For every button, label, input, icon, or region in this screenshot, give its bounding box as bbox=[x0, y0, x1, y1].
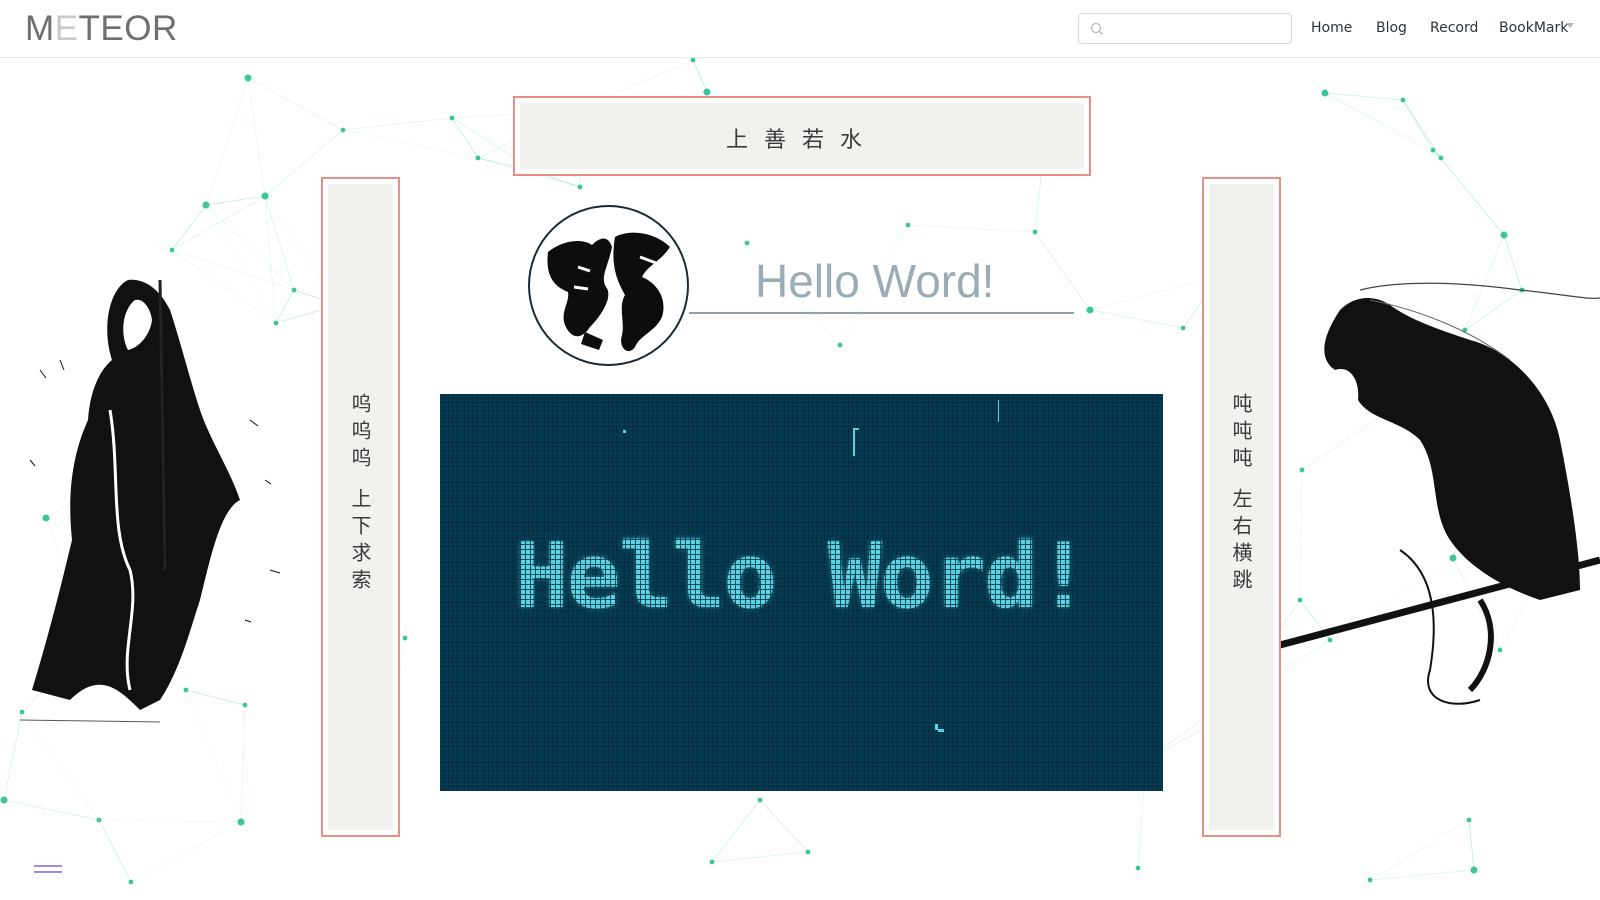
search-box[interactable] bbox=[1078, 13, 1292, 44]
network-link bbox=[1369, 819, 1470, 881]
nav-blog[interactable]: Blog bbox=[1376, 20, 1407, 36]
network-node bbox=[1180, 325, 1186, 331]
right-scroll-line-1: 吨吨吨 bbox=[1229, 393, 1253, 474]
network-node bbox=[744, 240, 750, 246]
network-link bbox=[692, 59, 708, 93]
network-node bbox=[837, 342, 843, 348]
hello-heading: Hello Word! bbox=[755, 255, 995, 307]
right-scroll-banner: 吨吨吨 左右横跳 bbox=[1202, 177, 1281, 837]
nav-home[interactable]: Home bbox=[1311, 20, 1352, 36]
network-node bbox=[757, 797, 763, 803]
left-scroll-banner: 呜呜呜 上下求索 bbox=[321, 177, 400, 837]
search-input[interactable] bbox=[1111, 18, 1285, 42]
network-node bbox=[202, 201, 210, 209]
network-link bbox=[759, 799, 809, 853]
network-link bbox=[3, 799, 100, 821]
network-link bbox=[171, 204, 207, 251]
network-node bbox=[1367, 877, 1373, 883]
network-link bbox=[247, 77, 344, 131]
network-link bbox=[1034, 231, 1091, 311]
chevron-down-icon[interactable] bbox=[1566, 23, 1574, 28]
network-node bbox=[0, 796, 8, 804]
network-link bbox=[171, 195, 266, 251]
network-node bbox=[577, 184, 583, 190]
network-node bbox=[1470, 866, 1478, 874]
nav-record[interactable]: Record bbox=[1430, 20, 1478, 36]
top-navbar: METEOR Home Blog Record BookMark bbox=[0, 0, 1600, 58]
network-link bbox=[342, 117, 453, 131]
network-node bbox=[237, 818, 245, 826]
right-character-illustration bbox=[1280, 282, 1600, 705]
network-node bbox=[261, 192, 269, 200]
network-link bbox=[98, 819, 132, 883]
network-link bbox=[130, 821, 242, 883]
network-node bbox=[340, 127, 346, 133]
network-node bbox=[1032, 229, 1038, 235]
glitch-pixel bbox=[998, 400, 999, 422]
menu-icon[interactable] bbox=[34, 865, 64, 877]
network-link bbox=[907, 224, 1036, 233]
network-link bbox=[1089, 309, 1184, 329]
network-link bbox=[205, 195, 266, 206]
network-node bbox=[475, 155, 481, 161]
calligraphy-badge bbox=[528, 205, 689, 366]
top-scroll-text: 上善若水 bbox=[725, 128, 878, 153]
logo-letter-e: E bbox=[54, 9, 79, 48]
network-node bbox=[1430, 147, 1436, 153]
network-link bbox=[1324, 92, 1442, 159]
left-scroll-line-2: 上下求索 bbox=[348, 488, 372, 596]
logo-letters-teor: TEOR bbox=[78, 9, 178, 48]
right-scroll-line-2: 左右横跳 bbox=[1229, 488, 1253, 596]
top-scroll-banner: 上善若水 bbox=[513, 96, 1091, 176]
network-node bbox=[1086, 306, 1094, 314]
left-character-illustration bbox=[19, 279, 281, 723]
network-node bbox=[805, 849, 811, 855]
network-node bbox=[1500, 231, 1508, 239]
glitch-pixel bbox=[853, 428, 855, 456]
network-link bbox=[451, 117, 479, 159]
network-node bbox=[1438, 155, 1444, 161]
nav-bookmark[interactable]: BookMark bbox=[1499, 20, 1568, 36]
network-link bbox=[1089, 275, 1221, 311]
network-link bbox=[1440, 157, 1505, 236]
right-scroll-text: 吨吨吨 左右横跳 bbox=[1204, 393, 1279, 596]
network-link bbox=[1369, 869, 1475, 881]
logo-letter-m: M bbox=[25, 9, 55, 48]
network-link bbox=[711, 851, 809, 863]
network-link bbox=[247, 77, 266, 197]
panel-pixel-text: Hello Word! bbox=[514, 524, 1090, 629]
network-node bbox=[1321, 89, 1329, 97]
site-logo[interactable]: METEOR bbox=[25, 9, 178, 49]
network-link bbox=[711, 799, 761, 863]
network-link bbox=[205, 77, 249, 206]
left-scroll-text: 呜呜呜 上下求索 bbox=[323, 393, 398, 596]
pixel-text-panel: Hello Word! bbox=[440, 394, 1163, 791]
network-node bbox=[1400, 97, 1406, 103]
network-node bbox=[96, 817, 102, 823]
heading-underline bbox=[689, 312, 1074, 314]
network-node bbox=[402, 635, 408, 641]
network-node bbox=[169, 247, 175, 253]
network-node bbox=[1135, 865, 1141, 871]
calligraphy-glyph-image bbox=[547, 232, 670, 352]
left-scroll-line-1: 呜呜呜 bbox=[348, 393, 372, 474]
network-node bbox=[128, 879, 134, 885]
network-node bbox=[709, 859, 715, 865]
network-link bbox=[1468, 819, 1475, 871]
network-node bbox=[244, 74, 252, 82]
network-link bbox=[1402, 99, 1442, 159]
glitch-pixel bbox=[938, 729, 944, 732]
glitch-pixel bbox=[623, 430, 626, 433]
network-node bbox=[703, 88, 711, 96]
network-node bbox=[449, 115, 455, 121]
menu-icon-bar bbox=[34, 871, 62, 873]
network-link bbox=[98, 819, 242, 823]
network-node bbox=[1466, 817, 1472, 823]
network-node bbox=[905, 222, 911, 228]
network-node bbox=[690, 57, 696, 63]
menu-icon-bar bbox=[34, 865, 62, 867]
network-link bbox=[342, 129, 479, 159]
search-icon bbox=[1090, 22, 1103, 35]
